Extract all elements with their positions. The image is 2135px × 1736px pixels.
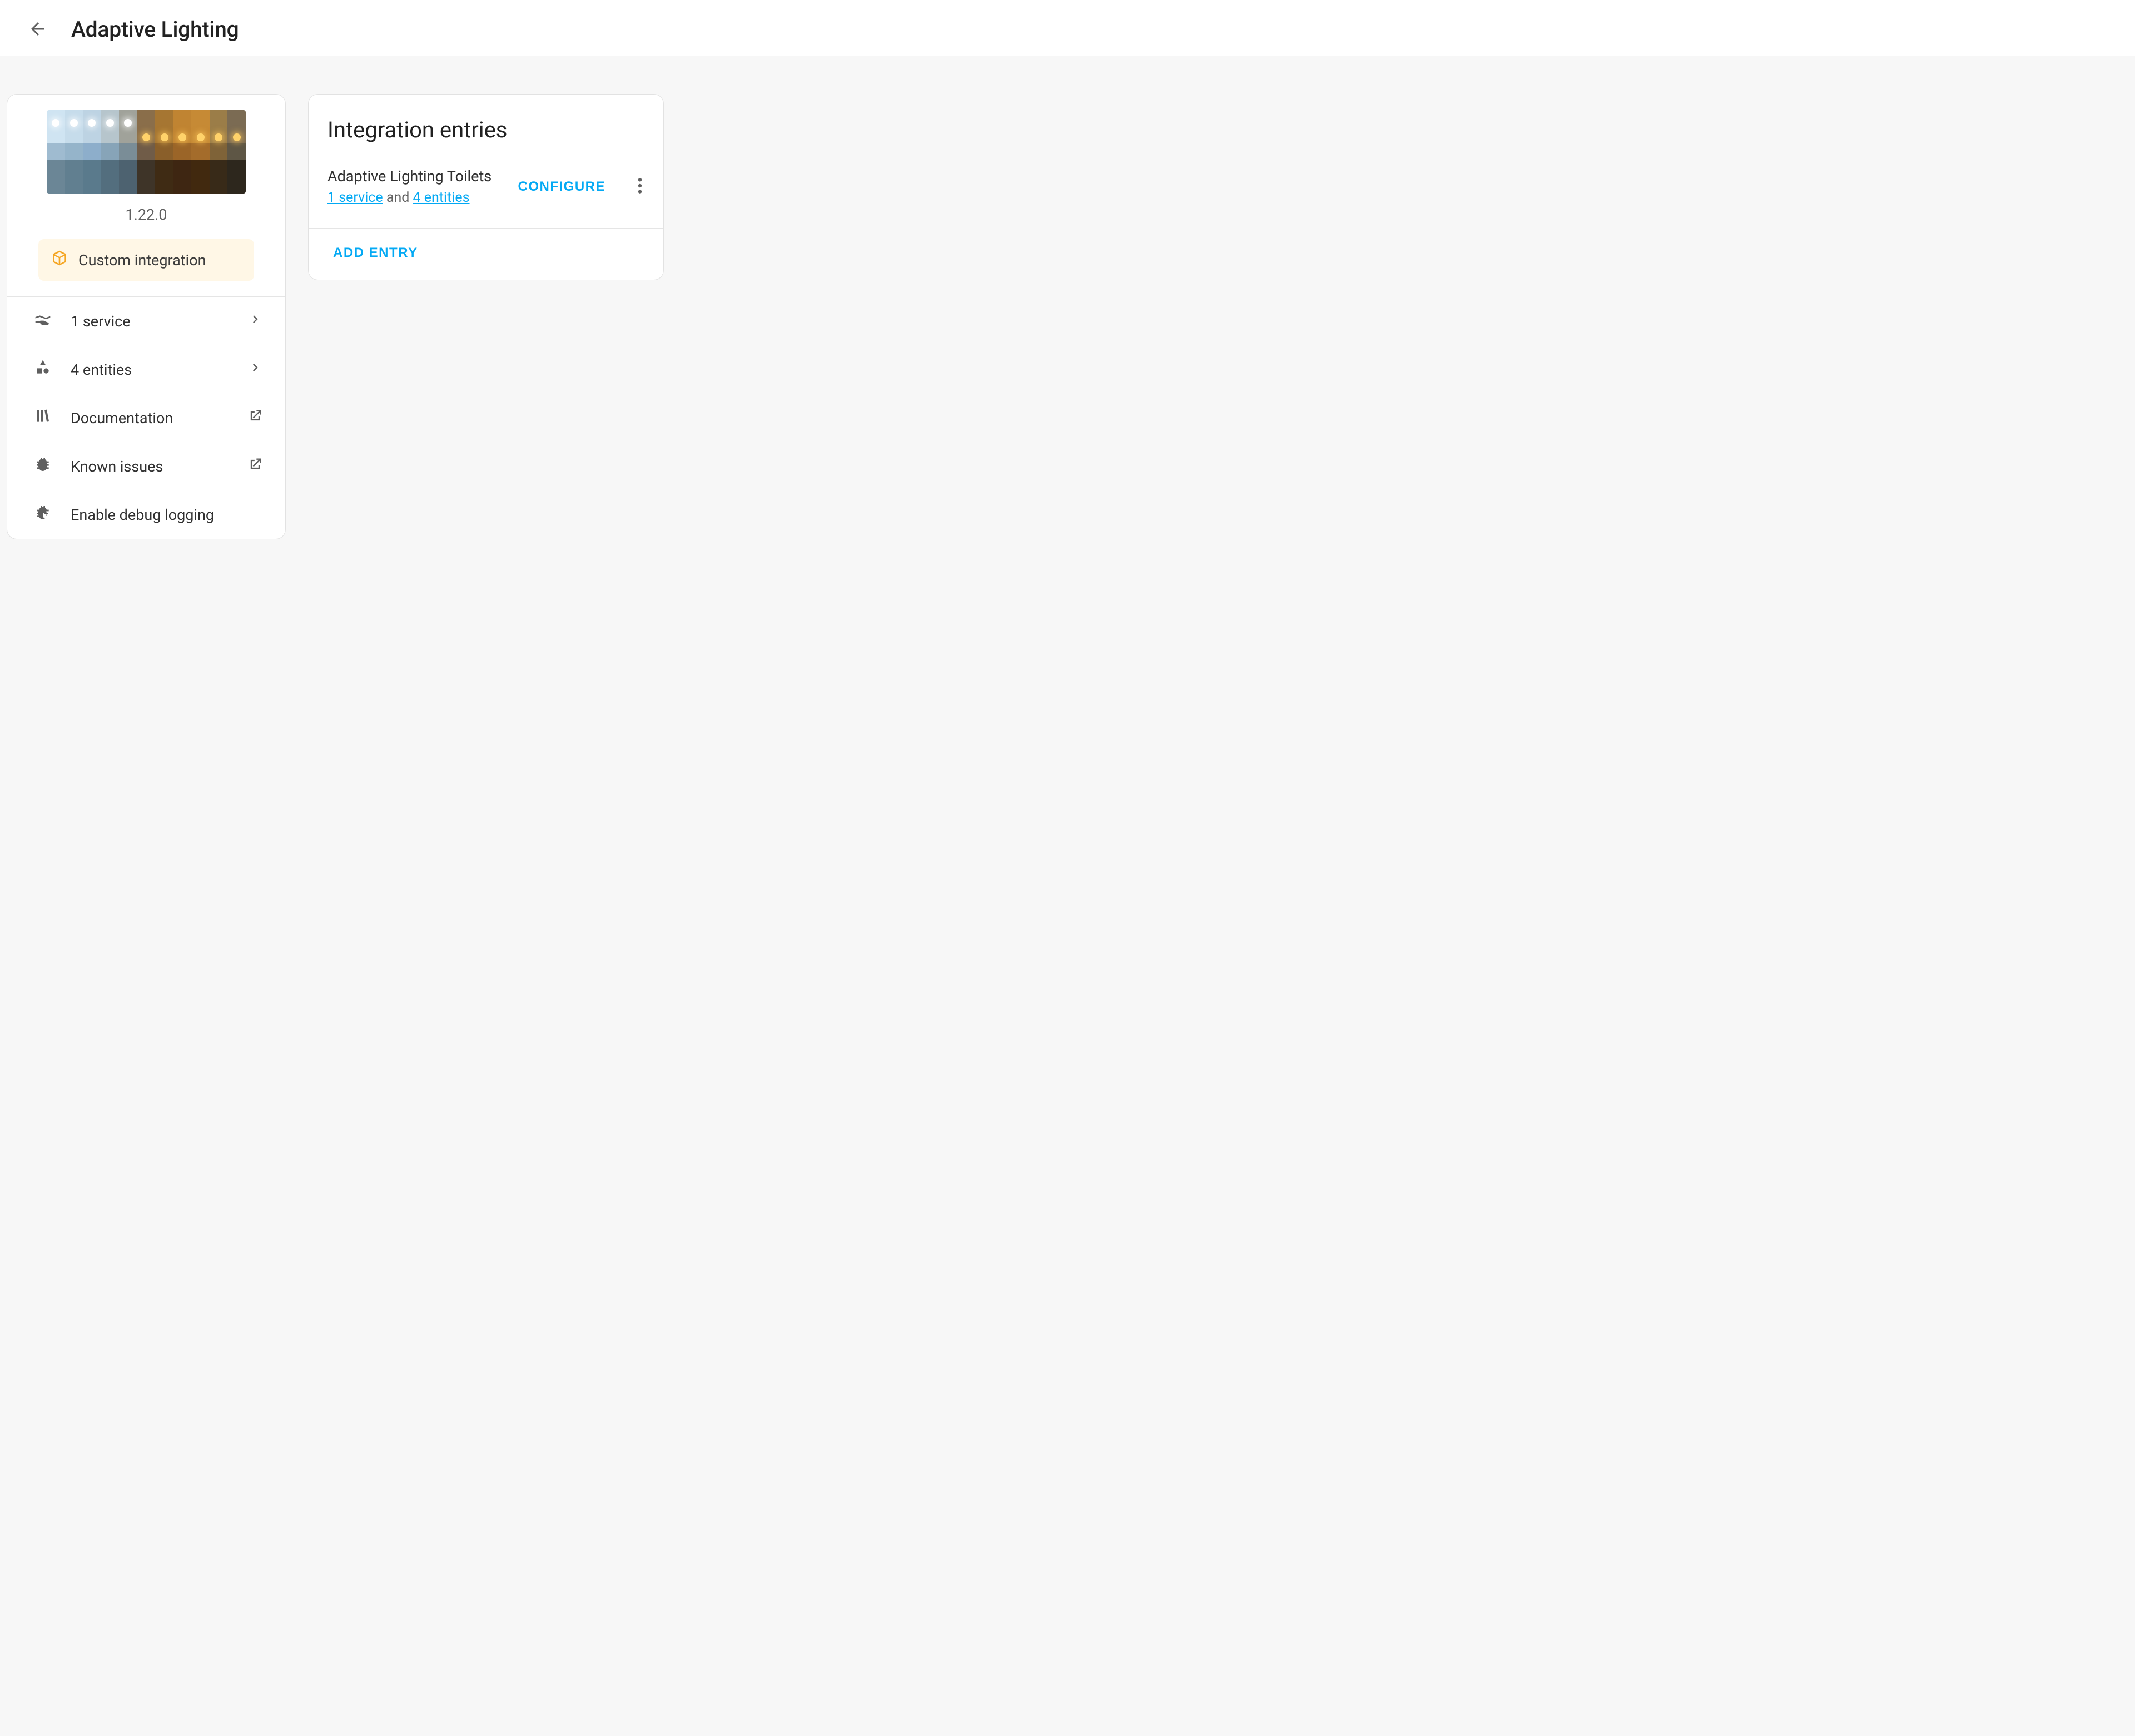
hand-service-icon	[34, 310, 52, 332]
entry-entities-link[interactable]: 4 entities	[413, 190, 470, 206]
add-entry-button[interactable]: ADD ENTRY	[333, 245, 418, 261]
custom-integration-banner: Custom integration	[38, 239, 254, 281]
shapes-icon	[34, 359, 52, 380]
entry-service-link[interactable]: 1 service	[327, 190, 383, 206]
entry-menu-button[interactable]	[634, 173, 646, 200]
integration-entries-card: Integration entries Adaptive Lighting To…	[308, 94, 664, 280]
row-services[interactable]: 1 service	[7, 297, 285, 345]
custom-integration-label: Custom integration	[78, 251, 206, 269]
back-button[interactable]	[26, 17, 50, 42]
chevron-right-icon	[247, 311, 263, 331]
integration-card: 1.22.0 Custom integration 1 service	[7, 94, 286, 539]
row-known-issues-label: Known issues	[71, 458, 229, 475]
row-entities-label: 4 entities	[71, 361, 229, 379]
app-header: Adaptive Lighting	[0, 0, 2135, 56]
row-known-issues[interactable]: Known issues	[7, 442, 285, 490]
row-documentation-label: Documentation	[71, 409, 229, 427]
entry-row: Adaptive Lighting Toilets 1 service and …	[309, 161, 663, 228]
bookshelf-icon	[34, 407, 52, 429]
integration-version: 1.22.0	[23, 206, 270, 224]
integration-logo	[47, 110, 246, 194]
add-entry-row: ADD ENTRY	[309, 229, 663, 280]
entry-subtitle: 1 service and 4 entities	[327, 190, 503, 206]
row-enable-debug-label: Enable debug logging	[71, 506, 229, 524]
page-title: Adaptive Lighting	[71, 17, 239, 42]
dots-vertical-icon	[638, 188, 642, 196]
integration-links: 1 service 4 entities Documentation	[7, 296, 285, 539]
bug-icon	[34, 455, 52, 477]
entry-joiner: and	[383, 190, 413, 206]
entry-main: Adaptive Lighting Toilets 1 service and …	[327, 167, 503, 206]
bug-play-icon	[34, 504, 52, 525]
open-in-new-icon	[247, 457, 263, 476]
open-in-new-icon	[247, 408, 263, 428]
row-enable-debug-logging[interactable]: Enable debug logging	[7, 490, 285, 539]
arrow-left-icon	[28, 19, 48, 41]
entry-title: Adaptive Lighting Toilets	[327, 167, 503, 185]
chevron-right-icon	[247, 360, 263, 379]
row-services-label: 1 service	[71, 313, 229, 330]
row-entities[interactable]: 4 entities	[7, 345, 285, 394]
row-documentation[interactable]: Documentation	[7, 394, 285, 442]
configure-button[interactable]: CONFIGURE	[512, 175, 613, 199]
integration-hero: 1.22.0 Custom integration	[7, 95, 285, 281]
integration-entries-heading: Integration entries	[309, 95, 663, 161]
package-icon	[51, 249, 68, 271]
page-body: 1.22.0 Custom integration 1 service	[0, 56, 2135, 1736]
